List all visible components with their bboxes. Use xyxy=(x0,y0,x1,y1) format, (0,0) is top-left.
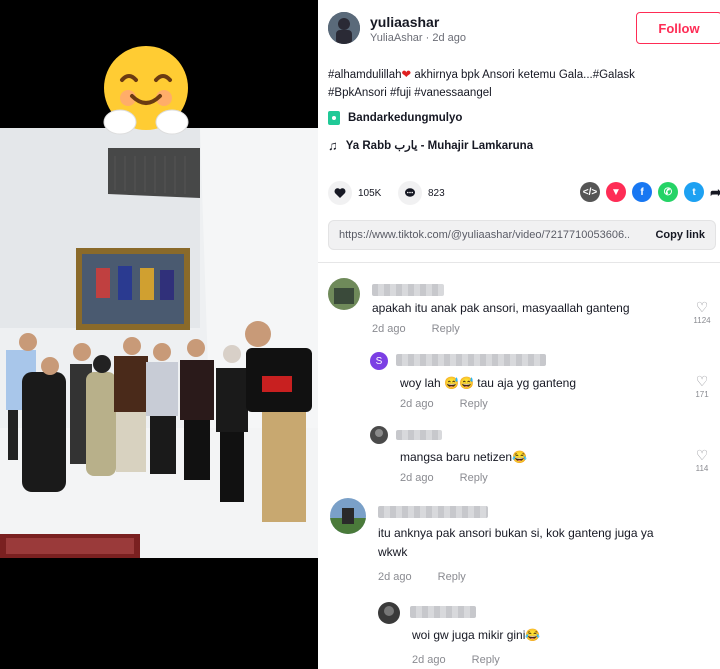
share-link-url[interactable]: https://www.tiktok.com/@yuliaashar/video… xyxy=(339,229,629,241)
reply-item: mangsa baru netizen😂 2d ago Reply ♡ 114 xyxy=(370,426,720,484)
like-action[interactable]: 105K xyxy=(328,180,381,206)
comment-meta: 2d ago Reply xyxy=(400,398,488,410)
commenter-username-blurred[interactable] xyxy=(378,506,488,518)
comment-like[interactable]: ♡ 1124 xyxy=(692,300,712,325)
comment-count: 823 xyxy=(428,187,445,199)
commenter-username-blurred[interactable] xyxy=(372,284,444,296)
author-subline: YuliaAshar · 2d ago xyxy=(370,32,466,44)
reply-item: S woy lah 😅😅 tau aja yg ganteng 2d ago Re… xyxy=(370,352,720,410)
commenter-avatar[interactable] xyxy=(330,498,366,534)
comment-time: 2d ago xyxy=(378,571,412,583)
comment-like-count: 1124 xyxy=(693,316,711,325)
author-avatar[interactable] xyxy=(328,12,360,44)
music-note-icon: ♫ xyxy=(328,137,338,153)
comment-meta: 2d ago Reply xyxy=(372,323,460,335)
heart-outline-icon[interactable]: ♡ xyxy=(692,374,712,388)
comment-like[interactable]: ♡ 114 xyxy=(692,448,712,473)
heart-outline-icon[interactable]: ♡ xyxy=(692,300,712,314)
music-tag[interactable]: ♫ Ya Rabb يارب - Muhajir Lamkaruna xyxy=(328,137,533,153)
comment-text: itu anknya pak ansori bukan si, kok gant… xyxy=(378,526,654,540)
comment-item: apakah itu anak pak ansori, masyaallah g… xyxy=(328,278,720,338)
comment-meta: 2d ago Reply xyxy=(412,654,500,666)
like-count: 105K xyxy=(358,187,382,199)
commenter-username-blurred[interactable] xyxy=(396,430,442,440)
comment-meta: 2d ago Reply xyxy=(378,571,466,583)
post-detail-panel: yuliaashar YuliaAshar · 2d ago Follow #a… xyxy=(318,0,720,669)
video-pane[interactable] xyxy=(0,0,318,669)
facebook-icon[interactable]: f xyxy=(632,182,652,202)
comment-text-continued: wkwk xyxy=(378,545,408,559)
post-actions: 105K 823 </> ▼ f ✆ t ➦ xyxy=(328,180,720,208)
follow-button[interactable]: Follow xyxy=(636,12,720,44)
comment-like[interactable]: ♡ 171 xyxy=(692,374,712,399)
reply-button[interactable]: Reply xyxy=(438,571,466,583)
divider xyxy=(318,262,720,263)
author-handle[interactable]: YuliaAshar xyxy=(370,32,423,44)
share-arrow-icon[interactable]: ➦ xyxy=(706,182,720,202)
embed-icon[interactable]: </> xyxy=(580,182,600,202)
author-username[interactable]: yuliaashar xyxy=(370,14,439,30)
comment-time: 2d ago xyxy=(372,323,406,335)
commenter-avatar[interactable] xyxy=(378,602,400,624)
comment-meta: 2d ago Reply xyxy=(400,472,488,484)
commenter-avatar[interactable] xyxy=(328,278,360,310)
separator: · xyxy=(425,32,430,44)
location-pin-icon xyxy=(328,111,340,125)
location-name[interactable]: Bandarkedungmulyo xyxy=(348,112,462,124)
share-link-box: https://www.tiktok.com/@yuliaashar/video… xyxy=(328,220,716,250)
commenter-avatar[interactable]: S xyxy=(370,352,388,370)
comment-text: mangsa baru netizen😂 xyxy=(400,450,528,464)
music-title[interactable]: Ya Rabb يارب - Muhajir Lamkaruna xyxy=(346,138,533,152)
whatsapp-icon[interactable]: ✆ xyxy=(658,182,678,202)
heart-icon[interactable] xyxy=(328,181,352,205)
post-caption: #alhamdulillah❤ akhirnya bpk Ansori kete… xyxy=(328,66,716,102)
caption-hashtags[interactable]: #BpkAnsori #fuji #vanessaangel xyxy=(328,87,492,99)
twitter-icon[interactable]: t xyxy=(684,182,704,202)
send-icon[interactable]: ▼ xyxy=(606,182,626,202)
family-photo xyxy=(0,128,318,558)
caption-hashtag-alhamdulillah[interactable]: #alhamdulillah xyxy=(328,69,402,81)
copy-link-button[interactable]: Copy link xyxy=(655,229,705,241)
red-heart-emoji: ❤ xyxy=(401,69,412,81)
location-tag[interactable]: Bandarkedungmulyo xyxy=(328,110,462,126)
comment-time: 2d ago xyxy=(412,654,446,666)
author-row: yuliaashar YuliaAshar · 2d ago Follow xyxy=(328,12,720,48)
reply-button[interactable]: Reply xyxy=(472,654,500,666)
commenter-avatar[interactable] xyxy=(370,426,388,444)
comment-text: woy lah 😅😅 tau aja yg ganteng xyxy=(400,376,576,390)
comment-time: 2d ago xyxy=(400,398,434,410)
comment-text: apakah itu anak pak ansori, masyaallah g… xyxy=(372,301,630,315)
comment-item: itu anknya pak ansori bukan si, kok gant… xyxy=(330,498,720,588)
comment-like-count: 171 xyxy=(695,390,709,399)
comment-icon[interactable] xyxy=(398,181,422,205)
comment-text: woi gw juga mikir gini😂 xyxy=(412,628,541,642)
posted-time: 2d ago xyxy=(432,32,467,44)
reply-item: woi gw juga mikir gini😂 2d ago Reply xyxy=(378,602,720,668)
caption-text: akhirnya bpk Ansori ketemu Gala...#Galas… xyxy=(411,69,635,81)
comment-time: 2d ago xyxy=(400,472,434,484)
commenter-username-blurred[interactable] xyxy=(396,354,546,366)
reply-button[interactable]: Reply xyxy=(432,323,460,335)
heart-outline-icon[interactable]: ♡ xyxy=(692,448,712,462)
comment-action[interactable]: 823 xyxy=(398,180,445,206)
hugging-face-emoji-sticker xyxy=(98,44,194,140)
comment-like-count: 114 xyxy=(695,464,709,473)
reply-button[interactable]: Reply xyxy=(460,398,488,410)
reply-button[interactable]: Reply xyxy=(460,472,488,484)
commenter-username-blurred[interactable] xyxy=(410,606,476,618)
